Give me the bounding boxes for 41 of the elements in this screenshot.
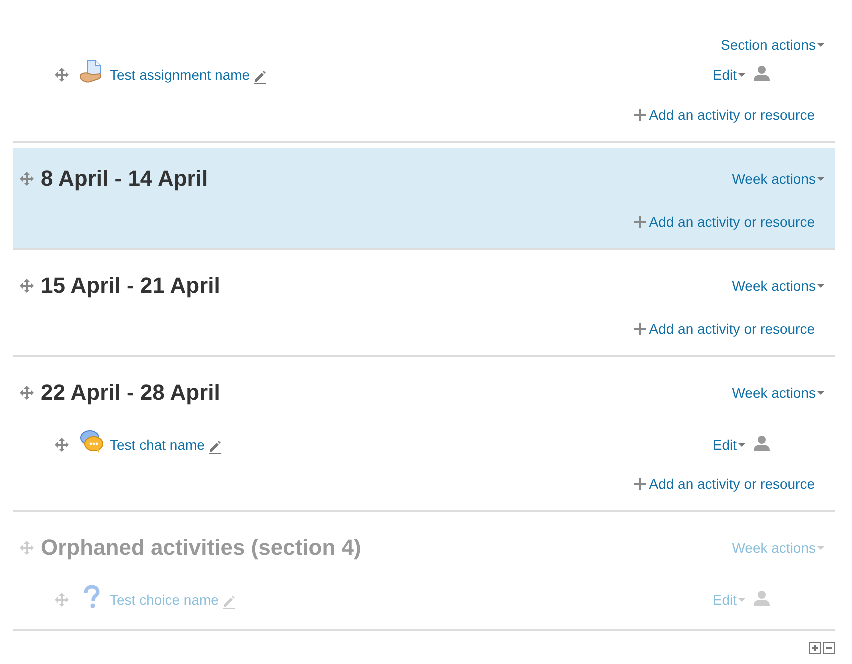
caret-icon xyxy=(817,177,825,181)
pencil-icon[interactable] xyxy=(253,70,268,84)
section-actions-menu[interactable]: Week actions xyxy=(732,171,825,187)
edit-menu[interactable]: Edit xyxy=(712,437,746,453)
section-title: 22 April - 28 April xyxy=(41,380,220,406)
plus-icon xyxy=(634,478,646,490)
plus-icon xyxy=(634,109,646,121)
move-icon[interactable] xyxy=(20,386,34,400)
caret-icon xyxy=(817,391,825,395)
section-actions-menu[interactable]: Week actions xyxy=(732,385,825,401)
section-actions-menu[interactable]: Week actions xyxy=(732,278,825,294)
plus-icon xyxy=(634,323,646,335)
caret-icon xyxy=(817,43,825,47)
section-title: 15 April - 21 April xyxy=(41,273,220,299)
user-icon[interactable] xyxy=(754,435,770,451)
activity-link[interactable]: Test assignment name xyxy=(110,67,250,83)
move-icon[interactable] xyxy=(55,68,69,82)
assignment-icon xyxy=(80,60,104,84)
pencil-icon[interactable] xyxy=(208,440,222,454)
expand-all-icon[interactable] xyxy=(809,642,821,654)
section-title: 8 April - 14 April xyxy=(41,166,208,192)
section-title: Orphaned activities (section 4) xyxy=(41,535,362,561)
plus-icon xyxy=(634,216,646,228)
move-icon[interactable] xyxy=(20,172,34,186)
move-icon[interactable] xyxy=(55,438,69,452)
user-icon[interactable] xyxy=(754,65,770,81)
move-icon[interactable] xyxy=(20,279,34,293)
caret-icon xyxy=(738,73,746,77)
collapse-all-icon[interactable] xyxy=(823,642,835,654)
edit-menu[interactable]: Edit xyxy=(712,67,746,83)
add-activity-link[interactable]: Add an activity or resource xyxy=(634,321,815,337)
caret-icon xyxy=(738,598,746,602)
chat-bubbles-icon xyxy=(80,430,104,454)
activity-link[interactable]: Test chat name xyxy=(110,437,205,453)
add-activity-link[interactable]: Add an activity or resource xyxy=(634,214,815,230)
caret-icon xyxy=(817,284,825,288)
caret-icon xyxy=(817,546,825,550)
add-activity-link[interactable]: Add an activity or resource xyxy=(634,107,815,123)
section-actions-menu[interactable]: Section actions xyxy=(721,37,825,53)
add-activity-link[interactable]: Add an activity or resource xyxy=(634,476,815,492)
caret-icon xyxy=(738,443,746,447)
